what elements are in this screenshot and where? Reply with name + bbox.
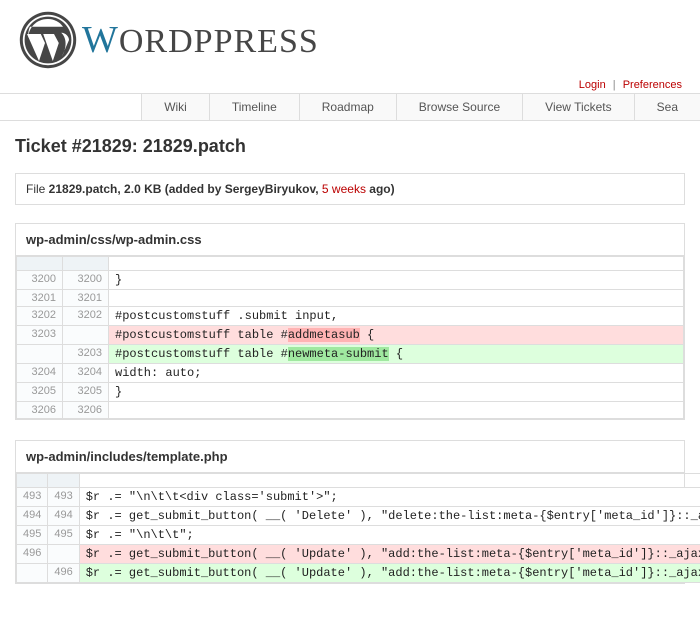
line-number-old: 3202 <box>17 307 63 326</box>
line-number-new: 3204 <box>63 364 109 383</box>
line-number-new: 3200 <box>63 271 109 290</box>
diff-highlight: addmetasub <box>288 328 360 342</box>
file-info-prefix: File <box>26 182 49 196</box>
line-number-old: 3206 <box>17 402 63 419</box>
diff-separator <box>79 474 700 488</box>
diff-code-line: $r .= get_submit_button( __( 'Update' ),… <box>79 564 700 583</box>
diff-code-line: #postcustomstuff table #addmetasub { <box>109 326 684 345</box>
meta-nav: Login | Preferences <box>0 75 700 93</box>
diff-code-line <box>109 402 684 419</box>
nav-timeline[interactable]: Timeline <box>210 94 299 120</box>
diff-code-line: $r .= get_submit_button( __( 'Update' ),… <box>79 545 700 564</box>
line-number-new: 3201 <box>63 290 109 307</box>
nav-sea[interactable]: Sea <box>635 94 700 120</box>
main-nav: WikiTimelineRoadmapBrowse SourceView Tic… <box>0 93 700 121</box>
line-number-old: 493 <box>17 488 48 507</box>
line-number-old <box>17 564 48 583</box>
diff-table: 32003200}3201320132023202#postcustomstuf… <box>16 256 684 419</box>
line-number-new: 3205 <box>63 383 109 402</box>
line-number-old: 3204 <box>17 364 63 383</box>
line-number-new: 496 <box>48 564 79 583</box>
page-title: Ticket #21829: 21829.patch <box>15 136 685 157</box>
diff-block: wp-admin/includes/template.php493493 $r … <box>15 440 685 584</box>
file-comma: , <box>315 182 322 196</box>
file-ago: ago) <box>366 182 395 196</box>
line-number-new: 3202 <box>63 307 109 326</box>
line-number-old: 495 <box>17 526 48 545</box>
line-number-old: 3203 <box>17 326 63 345</box>
nav-wiki[interactable]: Wiki <box>142 94 209 120</box>
diff-table: 493493 $r .= "\n\t\t<div class='submit'>… <box>16 473 700 583</box>
diff-code-line: $r .= get_submit_button( __( 'Delete' ),… <box>79 507 700 526</box>
line-number-new: 494 <box>48 507 79 526</box>
diff-code-line: } <box>109 383 684 402</box>
diff-code-line: #postcustomstuff table #newmeta-submit { <box>109 345 684 364</box>
line-number-old: 3200 <box>17 271 63 290</box>
wordpress-icon <box>18 10 78 70</box>
diff-code-line: } <box>109 271 684 290</box>
nav-roadmap[interactable]: Roadmap <box>300 94 396 120</box>
nav-separator: | <box>613 79 616 91</box>
diff-file-path: wp-admin/css/wp-admin.css <box>16 224 684 256</box>
line-number-new: 3206 <box>63 402 109 419</box>
nav-view-tickets[interactable]: View Tickets <box>523 94 633 120</box>
line-number-new: 493 <box>48 488 79 507</box>
diff-file-path: wp-admin/includes/template.php <box>16 441 684 473</box>
file-size: , 2.0 KB <box>117 182 161 196</box>
diff-code-line <box>109 290 684 307</box>
diff-separator <box>109 257 684 271</box>
line-number-new <box>63 257 109 271</box>
line-number-new: 3203 <box>63 345 109 364</box>
line-number-old: 3205 <box>17 383 63 402</box>
line-number-new <box>48 474 79 488</box>
line-number-old <box>17 345 63 364</box>
diff-highlight: newmeta-submit <box>288 347 389 361</box>
line-number-old <box>17 474 48 488</box>
file-author: SergeyBiryukov <box>225 182 316 196</box>
diff-code-line: width: auto; <box>109 364 684 383</box>
file-info-box: File 21829.patch, 2.0 KB (added by Serge… <box>15 173 685 205</box>
line-number-old: 3201 <box>17 290 63 307</box>
line-number-new <box>63 326 109 345</box>
diff-code-line: $r .= "\n\t\t"; <box>79 526 700 545</box>
file-age-link[interactable]: 5 weeks <box>322 182 366 196</box>
site-header: WORDPPRESS <box>0 0 700 75</box>
line-number-new: 495 <box>48 526 79 545</box>
file-name: 21829.patch <box>49 182 118 196</box>
line-number-old: 496 <box>17 545 48 564</box>
wordpress-wordmark: WORDPPRESS <box>82 18 319 62</box>
line-number-new <box>48 545 79 564</box>
login-link[interactable]: Login <box>579 79 606 91</box>
file-added-label: (added by <box>161 182 224 196</box>
diff-code-line: #postcustomstuff .submit input, <box>109 307 684 326</box>
nav-browse-source[interactable]: Browse Source <box>397 94 522 120</box>
line-number-old <box>17 257 63 271</box>
preferences-link[interactable]: Preferences <box>623 79 682 91</box>
diff-code-line: $r .= "\n\t\t<div class='submit'>"; <box>79 488 700 507</box>
wordpress-logo[interactable]: WORDPPRESS <box>18 10 682 70</box>
diff-block: wp-admin/css/wp-admin.css32003200}320132… <box>15 223 685 420</box>
line-number-old: 494 <box>17 507 48 526</box>
